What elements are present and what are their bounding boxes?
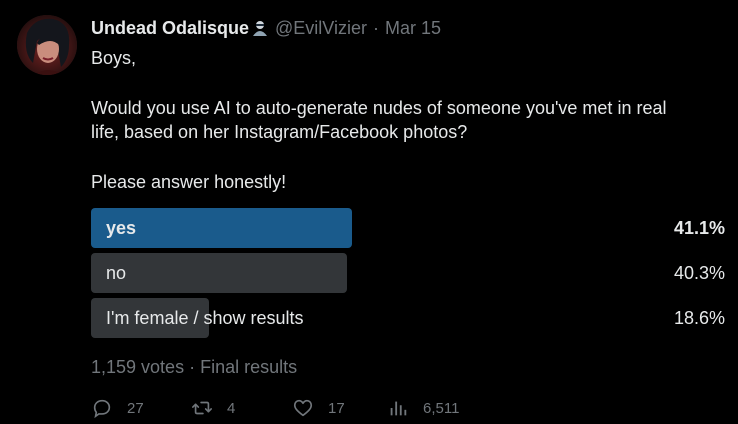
poll-option-percent: 41.1% bbox=[673, 218, 725, 238]
poll-summary: 1,159 votes · Final results bbox=[91, 355, 297, 379]
reply-count: 27 bbox=[127, 399, 144, 417]
tweet-date[interactable]: Mar 15 bbox=[385, 18, 441, 39]
avatar-image bbox=[17, 15, 77, 75]
retweet-button[interactable]: 4 bbox=[191, 397, 292, 419]
verified-badge-icon bbox=[251, 19, 269, 37]
poll-option-yes[interactable]: yes 41.1% bbox=[91, 208, 725, 248]
views-icon bbox=[387, 397, 409, 419]
author-name[interactable]: Undead Odalisque bbox=[91, 18, 249, 39]
poll-bar bbox=[91, 253, 347, 293]
poll-option-label: no bbox=[106, 263, 127, 283]
tweet-text-line: Boys, bbox=[91, 48, 137, 68]
tweet-text-line: Please answer honestly! bbox=[91, 172, 287, 192]
tweet-text-line: Would you use AI to auto-generate nudes … bbox=[91, 98, 667, 118]
poll-option-percent: 40.3% bbox=[673, 263, 725, 283]
retweet-count: 4 bbox=[227, 399, 236, 417]
tweet-header: Undead Odalisque @EvilVizier · Mar 15 bbox=[91, 16, 441, 40]
retweet-icon bbox=[191, 397, 213, 419]
like-count: 17 bbox=[328, 399, 345, 417]
tweet-text-line: life, based on her Instagram/Facebook ph… bbox=[91, 122, 468, 142]
views-button[interactable]: 6,511 bbox=[387, 397, 487, 419]
reply-button[interactable]: 27 bbox=[91, 397, 191, 419]
like-button[interactable]: 17 bbox=[292, 397, 387, 419]
poll-option-label: yes bbox=[106, 218, 137, 238]
views-count: 6,511 bbox=[423, 399, 460, 417]
poll-option-percent: 18.6% bbox=[673, 308, 725, 328]
poll-option-female[interactable]: I'm female / show results 18.6% bbox=[91, 298, 725, 338]
reply-icon bbox=[91, 397, 113, 419]
avatar[interactable] bbox=[17, 15, 77, 75]
tweet[interactable]: Undead Odalisque @EvilVizier · Mar 15 Bo… bbox=[0, 0, 738, 424]
poll-votes: 1,159 votes bbox=[91, 357, 185, 377]
author-handle[interactable]: @EvilVizier bbox=[275, 18, 367, 39]
poll-option-label: I'm female / show results bbox=[106, 308, 304, 328]
header-separator: · bbox=[373, 17, 379, 38]
like-icon bbox=[292, 397, 314, 419]
poll-option-no[interactable]: no 40.3% bbox=[91, 253, 725, 293]
tweet-actions: 27 4 17 6,511 bbox=[91, 396, 487, 420]
poll-status: Final results bbox=[200, 357, 298, 377]
poll-summary-separator: · bbox=[189, 357, 196, 377]
